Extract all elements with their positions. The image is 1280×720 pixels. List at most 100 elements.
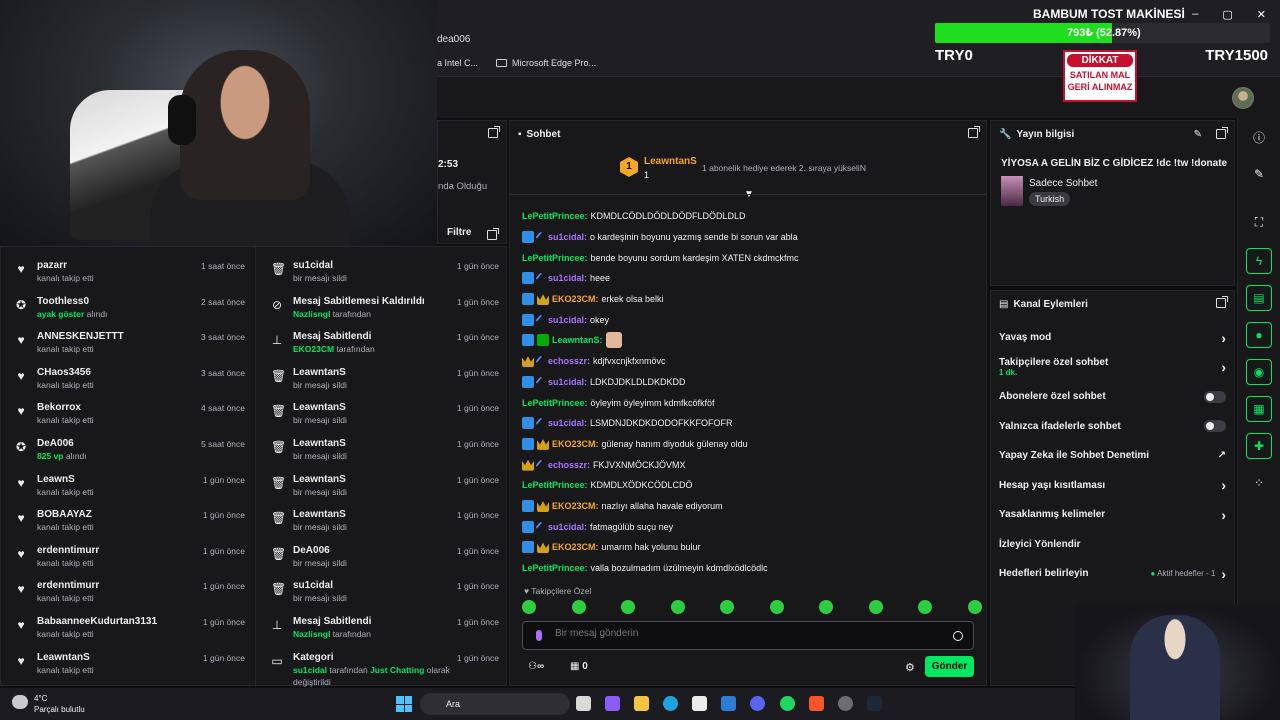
activity-row[interactable]: ♥ Bekorrox kanalı takip etti 4 saat önce <box>1 395 253 431</box>
chevron-right-icon[interactable]: › <box>1221 477 1226 493</box>
emote-icon[interactable] <box>918 600 933 614</box>
emote-icon[interactable] <box>868 600 883 614</box>
chat-username[interactable]: su1cidal: <box>548 315 587 325</box>
chat-message[interactable]: su1cidal: heee <box>510 268 986 289</box>
chat-message[interactable]: EKO23CM: umarım hak yolunu bulur <box>510 537 986 558</box>
channel-action[interactable]: Hedefleri belirleyin ● Aktif hedefler - 1… <box>991 559 1234 589</box>
wand-badge-icon[interactable] <box>535 272 547 285</box>
emote-icon[interactable] <box>670 600 685 614</box>
activity-row[interactable]: ♥ erdenntimurr kanalı takip etti 1 gün ö… <box>1 573 253 609</box>
bookmark-intel[interactable]: a Intel C... <box>437 54 478 72</box>
activity-row[interactable]: 🗑 DeA006 bir mesajı sildi 1 gün önce <box>257 538 507 574</box>
discord-icon[interactable] <box>750 696 765 711</box>
chat-message[interactable]: LePetitPrincee: KDMDLXÖDKCÖDLCDÖ <box>510 475 986 496</box>
wand-badge-icon[interactable] <box>535 231 547 243</box>
info-icon[interactable]: ⓘ <box>1246 124 1272 150</box>
blue-badge-icon[interactable] <box>522 437 534 450</box>
chat-message[interactable]: su1cidal: LSMDNJDKDKDODOFKKFOFOFR <box>510 413 986 434</box>
activity-row[interactable]: ♥ LeawntanS kanalı takip etti 1 gün önce <box>1 645 253 681</box>
wand-badge-icon[interactable] <box>535 355 547 367</box>
chat-username[interactable]: su1cidal: <box>548 418 587 428</box>
channel-action[interactable]: İzleyici Yönlendir <box>991 530 1234 560</box>
store-icon[interactable] <box>692 696 707 711</box>
blue-badge-icon[interactable] <box>522 313 534 326</box>
emote-icon[interactable] <box>720 600 735 614</box>
popout-icon[interactable] <box>487 228 499 240</box>
activity-row[interactable]: ♥ erdenntimurr kanalı takip etti 1 gün ö… <box>1 538 253 574</box>
steam-icon[interactable] <box>867 696 882 711</box>
pencil-icon[interactable]: ✎ <box>1246 161 1272 187</box>
spotify-icon[interactable] <box>780 696 795 711</box>
chat-message[interactable]: su1cidal: fatmagülüb suçu ney <box>510 516 986 537</box>
weather-widget[interactable]: 4°C Parçalı bulutlu <box>12 693 85 715</box>
edge-icon[interactable] <box>663 696 678 711</box>
activity-row[interactable]: ♥ CHaos3456 kanalı takip etti 3 saat önc… <box>1 360 253 396</box>
start-icon[interactable] <box>396 696 412 712</box>
channel-action[interactable]: Yalnızca ifadelerle sohbet <box>991 412 1234 442</box>
edit-icon[interactable]: ✎ <box>1194 129 1202 140</box>
mic-icon[interactable] <box>536 630 542 641</box>
activity-row[interactable]: ♥ BabaanneeKudurtan3131 kanalı takip ett… <box>1 609 253 645</box>
chat-input-box[interactable] <box>522 621 974 650</box>
emote-icon[interactable] <box>769 600 784 614</box>
blue-badge-icon[interactable] <box>522 417 534 430</box>
taskbar-search[interactable]: Ara <box>420 693 570 715</box>
stream-category[interactable]: Sadece Sohbet <box>1029 178 1097 189</box>
chat-message[interactable]: echosszr: FKJVXNMÖCKJÖVMX <box>510 454 986 475</box>
popout-icon[interactable] <box>488 125 500 138</box>
activity-row[interactable]: 🗑 su1cidal bir mesajı sildi 1 gün önce <box>257 253 507 289</box>
chat-username[interactable]: LePetitPrincee: <box>522 563 588 573</box>
chat-message[interactable]: su1cidal: o kardeşinin boyunu yazmış send… <box>510 227 986 248</box>
wand-badge-icon[interactable] <box>535 521 547 533</box>
blue-badge-icon[interactable] <box>522 520 534 533</box>
popout-icon[interactable] <box>1216 295 1228 308</box>
chat-username[interactable]: su1cidal: <box>548 377 587 387</box>
chat-message[interactable]: LePetitPrincee: KDMDLCÖDLDÖDLDÖDFLDÖDLDLD <box>510 206 986 227</box>
tools-icon[interactable]: ✚ <box>1246 433 1272 459</box>
chat-username[interactable]: EKO23CM: <box>552 294 599 304</box>
wand-badge-icon[interactable] <box>535 376 547 388</box>
wand-badge-icon[interactable] <box>535 458 547 471</box>
chat-message[interactable]: su1cidal: okey <box>510 309 986 330</box>
gold-badge-icon[interactable] <box>522 459 534 471</box>
chevron-right-icon[interactable]: › <box>1221 359 1226 375</box>
emote-icon[interactable] <box>621 600 636 614</box>
blue-badge-icon[interactable] <box>522 375 534 388</box>
activity-row[interactable]: 🗑 su1cidal bir mesajı sildi 1 gün önce <box>257 573 507 609</box>
chat-username[interactable]: LeawntanS: <box>552 335 603 345</box>
chat-username[interactable]: EKO23CM: <box>552 439 599 449</box>
activity-row[interactable]: ♥ pazarr kanalı takip etti 1 saat önce <box>1 253 253 289</box>
chat-username[interactable]: su1cidal: <box>548 232 587 242</box>
activity-row[interactable]: 🗑 LeawntanS bir mesajı sildi 1 gün önce <box>257 467 507 503</box>
task-view-icon[interactable] <box>576 696 591 711</box>
chat-message[interactable]: EKO23CM: gülenay hanım diyoduk gülenay ol… <box>510 434 986 455</box>
activity-row[interactable]: ✪ DeA006 825 vp alındı 5 saat önce <box>1 431 253 467</box>
lightning-icon[interactable]: ϟ <box>1246 248 1272 274</box>
file-explorer-icon[interactable] <box>634 696 649 711</box>
clipboard-icon[interactable]: ▤ <box>1246 285 1272 311</box>
chevron-right-icon[interactable]: › <box>1221 507 1226 523</box>
channel-action[interactable]: Yasaklanmış kelimeler › <box>991 500 1234 530</box>
activity-row[interactable]: ⊥ Mesaj Sabitlendi Nazlisngl tarafından … <box>257 609 507 645</box>
emote-icon[interactable] <box>571 600 586 614</box>
chat-username[interactable]: LePetitPrincee: <box>522 253 588 263</box>
emote-icon[interactable] <box>819 600 834 614</box>
chat-message[interactable]: EKO23CM: nazlıyı allaha havale ediyorum <box>510 496 986 517</box>
blue-badge-icon[interactable] <box>522 293 534 306</box>
activity-row[interactable]: ⊥ Mesaj Sabitlendi EKO23CM tarafından 1 … <box>257 324 507 360</box>
teams-icon[interactable] <box>605 696 620 711</box>
gear-icon[interactable]: ⚙ <box>905 661 915 674</box>
chat-message[interactable]: LePetitPrincee: öyleyim öyleyimm kdmfkcöf… <box>510 392 986 413</box>
channel-action[interactable]: Abonelere özel sohbet <box>991 382 1234 412</box>
channel-action[interactable]: Takipçilere özel sohbet 1 dk. › <box>991 353 1234 383</box>
chat-message[interactable]: LePetitPrincee: bende boyunu sordum karde… <box>510 247 986 268</box>
activity-row[interactable]: 🗑 LeawntanS bir mesajı sildi 1 gün önce <box>257 431 507 467</box>
toggle-switch[interactable] <box>1204 420 1226 433</box>
activity-row[interactable]: 🗑 LeawntanS bir mesajı sildi 1 gün önce <box>257 395 507 431</box>
filter-button[interactable]: Filtre <box>447 227 471 238</box>
chat-username[interactable]: su1cidal: <box>548 273 587 283</box>
external-link-icon[interactable]: ↗ <box>1218 450 1226 461</box>
blue-badge-icon[interactable] <box>522 272 534 285</box>
activity-row[interactable]: ♥ BOBAAYAZ kanalı takip etti 1 gün önce <box>1 502 253 538</box>
channel-points[interactable]: ⚇∞ <box>528 661 544 672</box>
